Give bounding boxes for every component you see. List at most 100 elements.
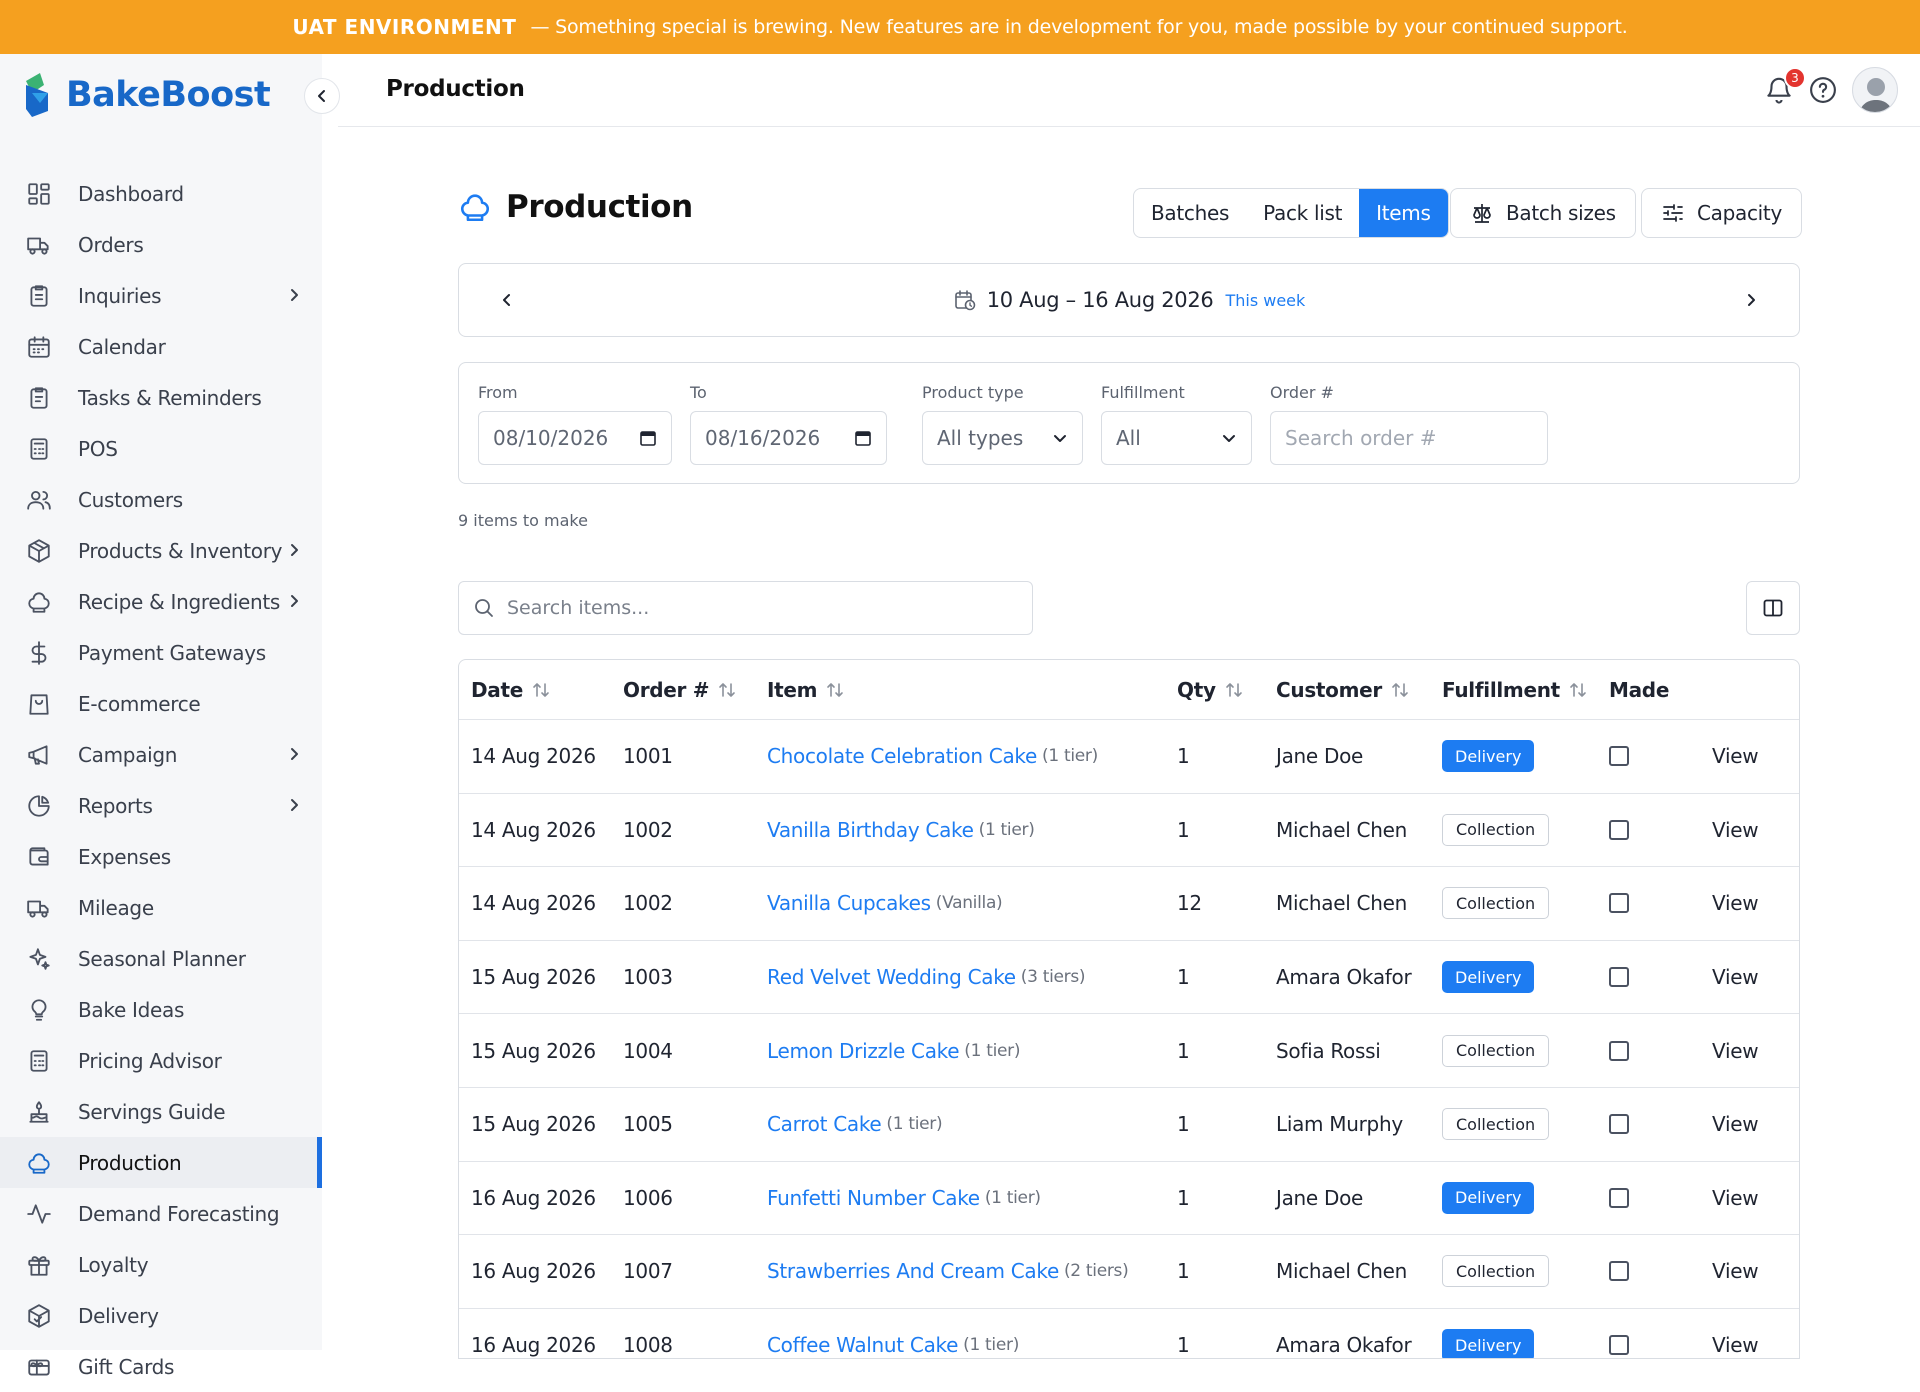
sidebar-item-pos[interactable]: POS: [0, 423, 322, 474]
view-link[interactable]: View: [1712, 794, 1759, 867]
view-link[interactable]: View: [1712, 941, 1759, 1014]
row-customer: Amara Okafor: [1276, 965, 1412, 990]
sidebar-item-expenses[interactable]: Expenses: [0, 831, 322, 882]
view-link[interactable]: View: [1712, 1088, 1759, 1161]
column-qty-label: Qty: [1177, 677, 1216, 702]
notifications-button[interactable]: 3: [1764, 67, 1806, 105]
collapse-sidebar-button[interactable]: [304, 78, 340, 114]
row-customer: Michael Chen: [1276, 1259, 1407, 1284]
made-checkbox[interactable]: [1609, 1187, 1629, 1208]
sidebar-item-campaign[interactable]: Campaign: [0, 729, 322, 780]
column-header-item[interactable]: Item: [767, 660, 845, 719]
item-link[interactable]: Carrot Cake: [767, 1112, 882, 1136]
sidebar-item-customers[interactable]: Customers: [0, 474, 322, 525]
sidebar-item-production[interactable]: Production: [0, 1137, 322, 1188]
capacity-button[interactable]: Capacity: [1641, 188, 1803, 238]
item-search-input[interactable]: Search items...: [458, 581, 1033, 635]
item-link[interactable]: Coffee Walnut Cake: [767, 1333, 958, 1357]
to-date-input[interactable]: 08/16/2026: [690, 411, 887, 465]
sidebar-item-demand-forecasting[interactable]: Demand Forecasting: [0, 1188, 322, 1239]
made-checkbox[interactable]: [1609, 1040, 1629, 1061]
batch-sizes-button[interactable]: Batch sizes: [1450, 188, 1636, 238]
item-link[interactable]: Vanilla Cupcakes: [767, 891, 931, 915]
megaphone-icon: [28, 744, 48, 765]
columns-toggle-button[interactable]: [1746, 581, 1800, 635]
made-checkbox[interactable]: [1609, 1261, 1629, 1282]
sidebar-item-label: Loyalty: [78, 1252, 149, 1277]
row-date: 14 Aug 2026: [471, 891, 596, 916]
column-header-qty[interactable]: Qty: [1177, 660, 1244, 719]
page-title: Production: [506, 189, 693, 225]
sidebar-item-seasonal-planner[interactable]: Seasonal Planner: [0, 933, 322, 984]
user-avatar[interactable]: [1852, 67, 1898, 113]
product-type-select[interactable]: All types: [922, 411, 1083, 465]
column-header-customer[interactable]: Customer: [1276, 660, 1410, 719]
from-date-value: 08/10/2026: [493, 426, 609, 450]
help-button[interactable]: [1808, 75, 1838, 105]
tab-pack-list[interactable]: Pack list: [1246, 189, 1359, 237]
view-link[interactable]: View: [1712, 720, 1759, 793]
item-link[interactable]: Vanilla Birthday Cake: [767, 818, 974, 842]
sidebar-item-mileage[interactable]: Mileage: [0, 882, 322, 933]
row-qty: 1: [1177, 817, 1190, 842]
item-link[interactable]: Red Velvet Wedding Cake: [767, 965, 1016, 989]
sidebar-item-pricing-advisor[interactable]: Pricing Advisor: [0, 1035, 322, 1086]
sidebar-item-label: Production: [78, 1150, 182, 1175]
top-bar: Production 3: [338, 54, 1920, 127]
calculator-icon: [30, 437, 48, 460]
sidebar-item-calendar[interactable]: Calendar: [0, 321, 322, 372]
sidebar-item-reports[interactable]: Reports: [0, 780, 322, 831]
view-link[interactable]: View: [1712, 1235, 1759, 1308]
this-week-link[interactable]: This week: [1225, 291, 1305, 310]
brand-logo[interactable]: BakeBoost: [22, 71, 271, 119]
fulfillment-badge: Delivery: [1442, 1329, 1535, 1358]
sidebar-item-payment-gateways[interactable]: Payment Gateways: [0, 627, 322, 678]
column-header-date[interactable]: Date: [471, 660, 551, 719]
sidebar-item-gift-cards[interactable]: Gift Cards: [0, 1341, 322, 1392]
sidebar-item-label: Pricing Advisor: [78, 1048, 222, 1073]
sidebar-item-dashboard[interactable]: Dashboard: [0, 168, 322, 219]
sidebar-item-e-commerce[interactable]: E-commerce: [0, 678, 322, 729]
sidebar-item-recipe-and-ingredients[interactable]: Recipe & Ingredients: [0, 576, 322, 627]
logo-icon: [26, 73, 48, 117]
view-link[interactable]: View: [1712, 1162, 1759, 1235]
sidebar-item-servings-guide[interactable]: Servings Guide: [0, 1086, 322, 1137]
sidebar-item-loyalty[interactable]: Loyalty: [0, 1239, 322, 1290]
row-qty: 1: [1177, 1112, 1190, 1137]
made-checkbox[interactable]: [1609, 967, 1629, 988]
sidebar-item-tasks-and-reminders[interactable]: Tasks & Reminders: [0, 372, 322, 423]
view-link[interactable]: View: [1712, 867, 1759, 940]
sort-icon: [825, 680, 845, 700]
order-search-input[interactable]: Search order #: [1270, 411, 1548, 465]
item-link[interactable]: Lemon Drizzle Cake: [767, 1039, 960, 1063]
item-link[interactable]: Strawberries And Cream Cake: [767, 1259, 1059, 1283]
row-order-number: 1006: [623, 1185, 673, 1210]
item-link[interactable]: Chocolate Celebration Cake: [767, 744, 1037, 768]
next-week-button[interactable]: [1741, 290, 1761, 310]
row-customer: Jane Doe: [1276, 744, 1364, 769]
column-header-order[interactable]: Order #: [623, 660, 737, 719]
tab-batches[interactable]: Batches: [1134, 189, 1246, 237]
page-header: Production: [458, 189, 693, 225]
fulfillment-select[interactable]: All: [1101, 411, 1252, 465]
made-checkbox[interactable]: [1609, 1335, 1629, 1356]
sidebar-item-orders[interactable]: Orders: [0, 219, 322, 270]
sidebar-item-label: Bake Ideas: [78, 997, 185, 1022]
view-link[interactable]: View: [1712, 1014, 1759, 1087]
view-link[interactable]: View: [1712, 1309, 1759, 1358]
sidebar-item-products-and-inventory[interactable]: Products & Inventory: [0, 525, 322, 576]
sidebar-item-delivery[interactable]: Delivery: [0, 1290, 322, 1341]
made-checkbox[interactable]: [1609, 746, 1629, 767]
sidebar-item-bake-ideas[interactable]: Bake Ideas: [0, 984, 322, 1035]
fulfillment-badge: Delivery: [1442, 740, 1535, 773]
calendar-icon: [640, 431, 656, 446]
from-date-input[interactable]: 08/10/2026: [478, 411, 672, 465]
made-checkbox[interactable]: [1609, 893, 1629, 914]
made-checkbox[interactable]: [1609, 1114, 1629, 1135]
item-link[interactable]: Funfetti Number Cake: [767, 1186, 980, 1210]
item-variant: (1 tier): [1042, 746, 1098, 767]
tab-items[interactable]: Items: [1359, 189, 1448, 237]
column-header-fulfillment[interactable]: Fulfillment: [1442, 660, 1588, 719]
sidebar-item-inquiries[interactable]: Inquiries: [0, 270, 322, 321]
made-checkbox[interactable]: [1609, 819, 1629, 840]
